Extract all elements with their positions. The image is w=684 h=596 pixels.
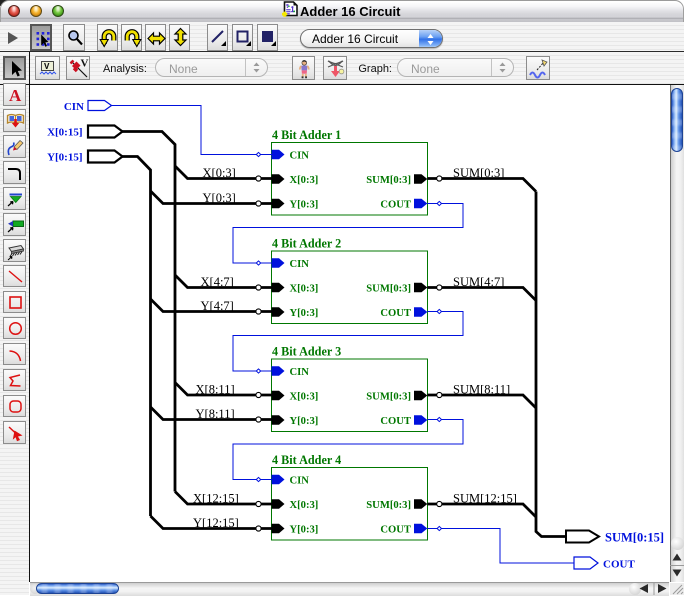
svg-text:SUM[0:15]: SUM[0:15] <box>605 531 664 545</box>
svg-text:Y[0:3]: Y[0:3] <box>290 200 319 211</box>
svg-text:4 Bit Adder 3: 4 Bit Adder 3 <box>272 345 341 359</box>
svg-text:Y[0:3]: Y[0:3] <box>290 525 319 536</box>
svg-text:X[0:3]: X[0:3] <box>203 166 236 180</box>
svg-text:X[4:7]: X[4:7] <box>201 275 234 289</box>
svg-text:Y[8:11]: Y[8:11] <box>196 407 235 421</box>
svg-text:X[0:3]: X[0:3] <box>290 392 319 403</box>
svg-text:X[0:3]: X[0:3] <box>290 500 319 511</box>
svg-text:SUM[12:15]: SUM[12:15] <box>453 492 517 506</box>
svg-text:SUM[0:3]: SUM[0:3] <box>366 500 411 511</box>
svg-text:V: V <box>44 62 50 72</box>
svg-text:CIN: CIN <box>290 151 310 162</box>
svg-text:COUT: COUT <box>603 559 635 571</box>
svg-text:COUT: COUT <box>380 200 411 211</box>
svg-text:SUM[0:3]: SUM[0:3] <box>366 284 411 295</box>
svg-text:SUM[0:3]: SUM[0:3] <box>453 166 504 180</box>
svg-text:SUM[0:3]: SUM[0:3] <box>366 175 411 186</box>
svg-text:Y[4:7]: Y[4:7] <box>201 299 234 313</box>
svg-text:Y[0:3]: Y[0:3] <box>290 416 319 427</box>
svg-text:A: A <box>9 86 22 105</box>
svg-text:Y[0:3]: Y[0:3] <box>203 191 236 205</box>
svg-text:Y[0:15]: Y[0:15] <box>47 152 82 164</box>
svg-text:COUT: COUT <box>380 416 411 427</box>
svg-text:COUT: COUT <box>380 308 411 319</box>
svg-text:Y[0:3]: Y[0:3] <box>290 308 319 319</box>
svg-text:CIN: CIN <box>290 259 310 270</box>
svg-text:CIN: CIN <box>290 476 310 487</box>
svg-text:X[8:11]: X[8:11] <box>196 383 235 397</box>
svg-text:4 Bit Adder 1: 4 Bit Adder 1 <box>272 128 341 142</box>
svg-text:COUT: COUT <box>380 525 411 536</box>
svg-text:4 Bit Adder 4: 4 Bit Adder 4 <box>272 453 341 467</box>
svg-text:CIN: CIN <box>290 367 310 378</box>
svg-text:Y[12:15]: Y[12:15] <box>193 516 239 530</box>
svg-text:4 Bit Adder 2: 4 Bit Adder 2 <box>272 237 341 251</box>
svg-text:SUM[0:3]: SUM[0:3] <box>366 392 411 403</box>
svg-text:CIN: CIN <box>64 101 84 113</box>
svg-text:SUM[4:7]: SUM[4:7] <box>453 275 504 289</box>
svg-text:SUM[8:11]: SUM[8:11] <box>453 383 510 397</box>
svg-text:X[0:3]: X[0:3] <box>290 284 319 295</box>
svg-text:X[0:3]: X[0:3] <box>290 175 319 186</box>
svg-text:X[12:15]: X[12:15] <box>193 492 239 506</box>
svg-text:X[0:15]: X[0:15] <box>47 127 82 139</box>
